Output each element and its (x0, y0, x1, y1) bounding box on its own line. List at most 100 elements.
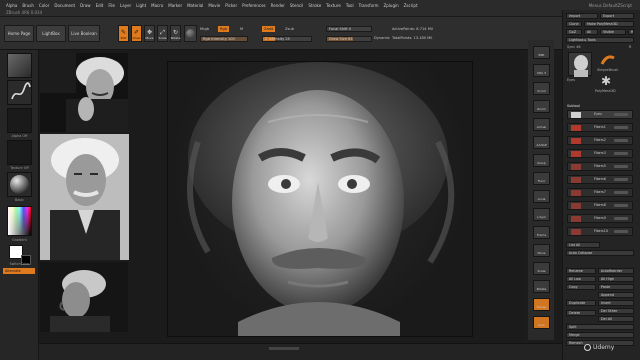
shelf-l-sym-button[interactable]: L.Sym (533, 208, 550, 221)
paste-button[interactable]: Paste (598, 284, 634, 290)
autoreorder-button[interactable]: AutoReorder (598, 268, 634, 274)
shelf-solo-button[interactable]: Solo (533, 316, 550, 329)
menu-item-transform[interactable]: Transform (359, 3, 379, 8)
shelf-scale-button[interactable]: Scale (533, 262, 550, 275)
subtool-item[interactable]: Fibers9 (567, 214, 633, 223)
delete-button[interactable]: Delete (566, 310, 596, 316)
export-button[interactable]: Export (600, 13, 634, 19)
goz-button[interactable]: GoZ (566, 29, 582, 35)
z-intensity-slider[interactable]: Z Intensity 25 (262, 36, 312, 42)
lightbox-tools-button[interactable]: Lightbox ▸ Tools (566, 37, 634, 43)
shelf-aahalf-button[interactable]: AAHalf (533, 136, 550, 149)
draw-size-slider[interactable]: Draw Size 64 (326, 36, 372, 42)
shelf-rotate-button[interactable]: Rotate (533, 280, 550, 293)
menu-item-draw[interactable]: Draw (80, 3, 90, 8)
visibility-toggle-icon[interactable] (614, 178, 628, 181)
menu-item-edit[interactable]: Edit (96, 3, 104, 8)
del-other-button[interactable]: Del Other (598, 308, 634, 314)
bottom-scroll-handle[interactable] (269, 347, 299, 350)
all-button[interactable]: All (584, 29, 598, 35)
lightbox-button[interactable]: LightBox (36, 25, 66, 42)
make-polymesh-button[interactable]: Make PolyMesh3D (584, 21, 634, 27)
menu-item-zscript[interactable]: Zscript (404, 3, 418, 8)
subtool-item[interactable]: Fibers6 (567, 175, 633, 184)
menu-item-preferences[interactable]: Preferences (242, 3, 266, 8)
switch-color-label[interactable]: SwitchColor (0, 262, 39, 266)
menu-item-document[interactable]: Document (54, 3, 75, 8)
alternate-button[interactable]: Alternate (3, 268, 35, 274)
tool-edit-button[interactable]: ✎ Edit (118, 25, 129, 42)
tool-draw-button[interactable]: ✐ Draw (131, 25, 142, 42)
material-thumbnail[interactable] (7, 172, 32, 197)
copy-button[interactable]: Copy (566, 284, 596, 290)
rename-button[interactable]: Rename (566, 268, 596, 274)
subtool-item[interactable]: Fibers7 (567, 188, 633, 197)
material-sphere-icon[interactable] (184, 25, 197, 42)
brush-thumbnail[interactable] (7, 53, 32, 78)
shelf-transp-button[interactable]: Transp (533, 298, 550, 311)
r-button[interactable]: R (628, 29, 634, 35)
simplebrush-thumb[interactable] (599, 52, 617, 68)
menu-item-material[interactable]: Material (187, 3, 203, 8)
subtool-header[interactable]: Subtool (567, 104, 580, 108)
import-button[interactable]: Import (566, 13, 598, 19)
shelf-scroll-button[interactable]: Scroll (533, 82, 550, 95)
merge-button[interactable]: Merge (566, 332, 634, 338)
live-boolean-button[interactable]: Live Boolean (68, 25, 100, 42)
subtool-item[interactable]: Fibers10 (567, 227, 633, 236)
visible-button[interactable]: Visible (600, 29, 626, 35)
subtool-item[interactable]: Fibers2 (567, 136, 633, 145)
dynamic-toggle[interactable]: Dynamic (374, 36, 390, 40)
visibility-toggle-icon[interactable] (614, 191, 628, 194)
zadd-toggle[interactable]: Zadd (262, 26, 276, 32)
visibility-toggle-icon[interactable] (614, 165, 628, 168)
shelf-frame-button[interactable]: Frame (533, 226, 550, 239)
home-page-button[interactable]: Home Page (4, 25, 34, 42)
m-toggle[interactable]: M (240, 27, 243, 31)
subtool-item[interactable]: Fibers5 (567, 162, 633, 171)
menu-item-macro[interactable]: Macro (151, 3, 163, 8)
menu-item-render[interactable]: Render (271, 3, 285, 8)
visibility-toggle-icon[interactable] (614, 126, 628, 129)
subtool-item[interactable]: Fibers1 (567, 123, 633, 132)
visibility-toggle-icon[interactable] (614, 204, 628, 207)
all-high-button[interactable]: All High (598, 276, 634, 282)
menu-item-stencil[interactable]: Stencil (290, 3, 304, 8)
alpha-thumbnail[interactable] (7, 108, 32, 133)
stroke-thumbnail[interactable] (7, 80, 32, 105)
shelf-persp-button[interactable]: Persp (533, 154, 550, 167)
sculpt-canvas[interactable] (167, 61, 473, 337)
menu-item-texture[interactable]: Texture (326, 3, 341, 8)
menu-item-picker[interactable]: Picker (225, 3, 237, 8)
append-button[interactable]: Append (598, 292, 634, 298)
menu-item-layer[interactable]: Layer (120, 3, 131, 8)
visibility-toggle-icon[interactable] (614, 230, 628, 233)
shelf-zoom-button[interactable]: Zoom (533, 100, 550, 113)
menu-item-stroke[interactable]: Stroke (308, 3, 321, 8)
split-button[interactable]: Split (566, 324, 634, 330)
menu-item-color[interactable]: Color (39, 3, 49, 8)
zsub-toggle[interactable]: Zsub (285, 27, 294, 31)
clone-button[interactable]: Clone (566, 21, 582, 27)
r2-button[interactable]: R (629, 45, 631, 49)
rgb-intensity-slider[interactable]: Rgb Intensity 100 (200, 36, 248, 42)
subtool-item[interactable]: Eyes (567, 110, 633, 119)
menu-item-tool[interactable]: Tool (346, 3, 354, 8)
subtool-item[interactable]: Fibers8 (567, 201, 633, 210)
duplicate-button[interactable]: Duplicate (566, 300, 596, 306)
focal-shift-slider[interactable]: Focal Shift 0 (326, 26, 372, 32)
menu-item-brush[interactable]: Brush (22, 3, 34, 8)
del-all-button[interactable]: Del All (598, 316, 634, 322)
viewport[interactable] (39, 50, 522, 343)
texture-thumbnail[interactable] (7, 140, 32, 165)
visibility-toggle-icon[interactable] (614, 139, 628, 142)
menu-item-alpha[interactable]: Alpha (6, 3, 17, 8)
visibility-toggle-icon[interactable] (614, 113, 628, 116)
visibility-toggle-icon[interactable] (614, 217, 628, 220)
tool-rotate-button[interactable]: ↻ Rotate (170, 25, 181, 42)
menu-item-zplugin[interactable]: Zplugin (384, 3, 399, 8)
menu-item-light[interactable]: Light (136, 3, 146, 8)
shelf-spix-3-button[interactable]: SPix 3 (533, 64, 550, 77)
menu-item-file[interactable]: File (108, 3, 115, 8)
polymesh-star-icon[interactable]: ✱ (599, 74, 613, 88)
